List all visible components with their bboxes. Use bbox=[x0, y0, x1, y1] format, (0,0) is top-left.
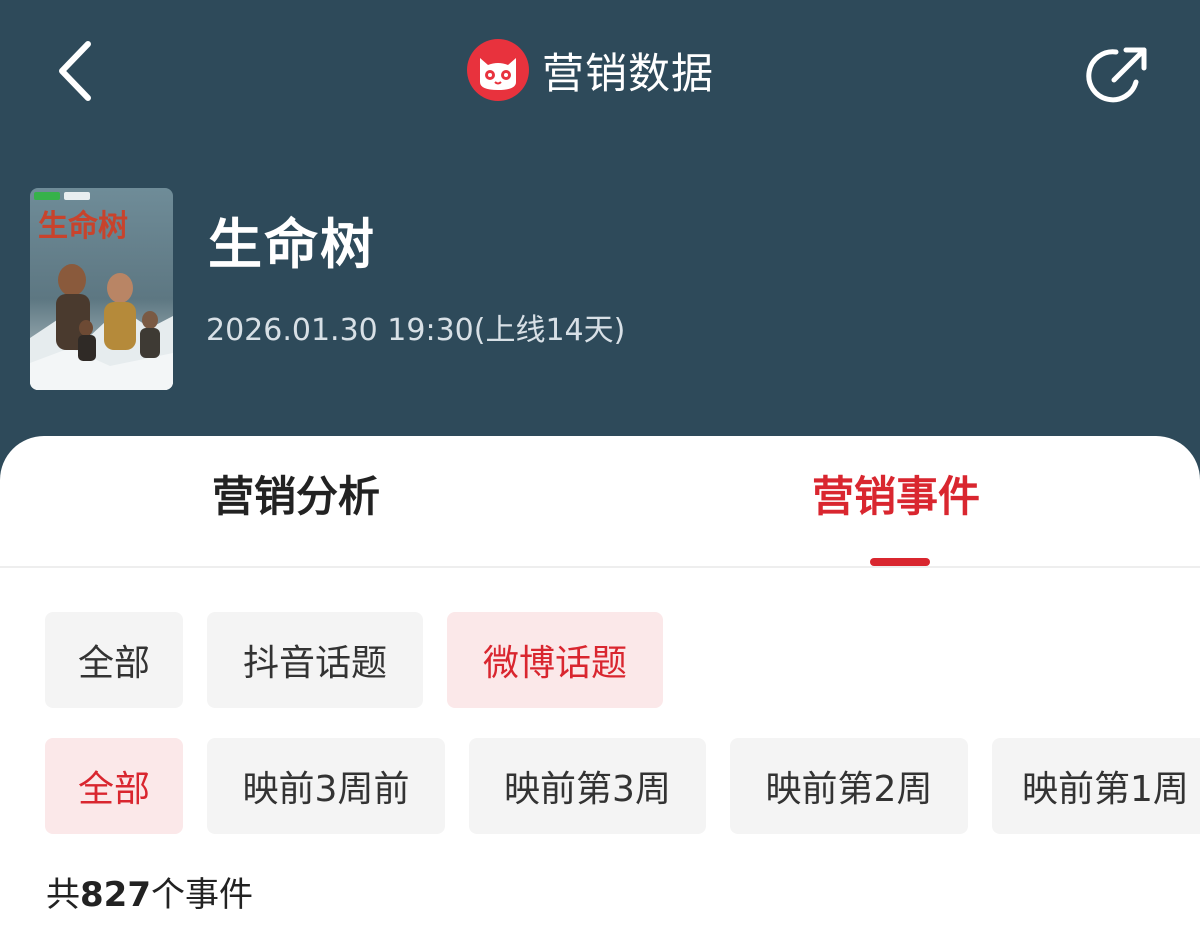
filter-week-3[interactable]: 映前第3周 bbox=[469, 738, 706, 834]
share-button[interactable] bbox=[1086, 42, 1152, 108]
filter-period-all[interactable]: 全部 bbox=[45, 738, 183, 834]
poster-title: 生命树 bbox=[38, 209, 128, 244]
filter-platform-all[interactable]: 全部 bbox=[45, 612, 183, 708]
poster-image: 生命树 bbox=[30, 188, 173, 390]
back-button[interactable] bbox=[50, 38, 100, 104]
maoyan-cat-logo bbox=[467, 39, 529, 101]
tab-bar: 营销分析 营销事件 bbox=[0, 436, 1200, 568]
movie-title: 生命树 bbox=[208, 213, 376, 276]
filter-week-1[interactable]: 映前第1周 bbox=[992, 738, 1200, 834]
count-prefix: 共 bbox=[46, 875, 80, 915]
tab-marketing-events[interactable]: 营销事件 bbox=[812, 472, 980, 522]
filter-weibo-topic[interactable]: 微博话题 bbox=[447, 612, 663, 708]
page-title: 营销数据 bbox=[542, 48, 715, 98]
app-header: 营销数据 bbox=[466, 38, 714, 102]
filter-douyin-topic[interactable]: 抖音话题 bbox=[207, 612, 423, 708]
top-bar: 营销数据 bbox=[0, 0, 1200, 140]
chevron-left-icon bbox=[59, 41, 91, 101]
filter-week-2[interactable]: 映前第2周 bbox=[730, 738, 968, 834]
share-icon bbox=[1086, 47, 1147, 103]
content-panel: 营销分析 营销事件 全部 抖音话题 微博话题 全部 映前3周前 映前第3周 映前… bbox=[0, 436, 1200, 936]
count-number: 827 bbox=[80, 875, 151, 915]
movie-info: 生命树 生命树 2026.01.30 19:30(上线14天) bbox=[30, 188, 1180, 390]
filter-3-weeks-before[interactable]: 映前3周前 bbox=[207, 738, 445, 834]
event-count: 共827个事件 bbox=[46, 878, 253, 912]
release-date: 2026.01.30 19:30(上线14天) bbox=[206, 313, 626, 348]
count-suffix: 个事件 bbox=[150, 875, 253, 915]
tab-marketing-analysis[interactable]: 营销分析 bbox=[212, 472, 380, 522]
active-tab-indicator bbox=[870, 558, 930, 566]
movie-poster[interactable]: 生命树 bbox=[30, 188, 173, 390]
